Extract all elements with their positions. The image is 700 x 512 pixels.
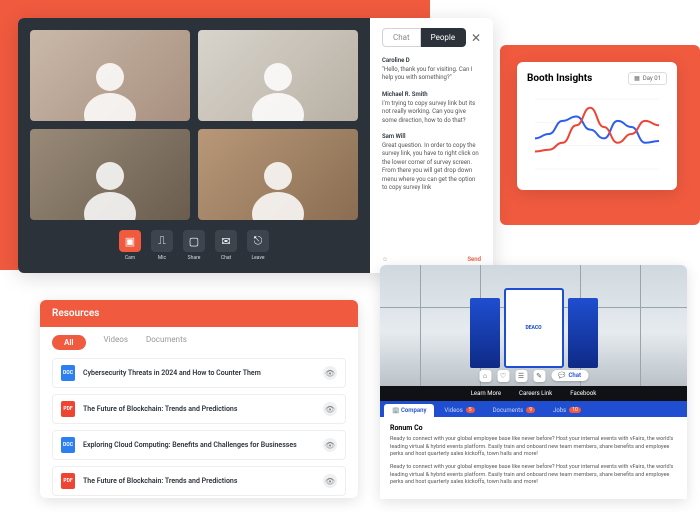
- control-label: Cam: [125, 255, 135, 261]
- control-label: Chat: [221, 255, 231, 261]
- view-icon[interactable]: 👁: [323, 474, 337, 488]
- count-badge: 9: [526, 407, 535, 413]
- booth-action-icon[interactable]: ✎: [533, 370, 545, 382]
- booth-tab-company[interactable]: 🏢 Company: [384, 404, 434, 417]
- chat-message: Michael R. Smith I'm trying to copy surve…: [382, 91, 481, 125]
- chat-messages: Caroline D "Hello, thank you for visiting…: [382, 57, 481, 200]
- booth-brand: DEACO: [504, 288, 564, 368]
- resource-title: The Future of Blockchain: Trends and Pre…: [83, 405, 315, 413]
- resources-tab-videos[interactable]: Videos: [104, 335, 128, 350]
- pdf-file-icon: PDF: [61, 473, 75, 489]
- resources-tab-documents[interactable]: Documents: [146, 335, 187, 350]
- day-selector[interactable]: ▦Day 01: [628, 72, 667, 85]
- resources-panel: Resources All Videos Documents DOC Cybers…: [40, 300, 358, 498]
- share-icon: ▢: [183, 230, 205, 252]
- participant-tile[interactable]: [30, 30, 190, 121]
- mic-button[interactable]: ⎍ Mic: [151, 230, 173, 261]
- resources-header: Resources: [40, 300, 358, 327]
- booth-stand[interactable]: DEACO: [470, 288, 598, 368]
- chat-icon: ✉: [215, 230, 237, 252]
- cam-icon: ▣: [119, 230, 141, 252]
- view-icon[interactable]: 👁: [323, 438, 337, 452]
- chat-icon: 💬: [558, 372, 565, 379]
- booth-links: Learn More Careers Link Facebook: [380, 386, 687, 401]
- booth-description: Ready to connect with your global employ…: [390, 464, 677, 487]
- count-badge: 5: [466, 407, 475, 413]
- chat-button[interactable]: ✉ Chat: [215, 230, 237, 261]
- leave-button[interactable]: ⎋ Leave: [247, 230, 269, 261]
- view-icon[interactable]: 👁: [323, 402, 337, 416]
- resource-item[interactable]: PDF The Future of Blockchain: Trends and …: [52, 466, 346, 496]
- cam-button[interactable]: ▣ Cam: [119, 230, 141, 261]
- message-author: Caroline D: [382, 57, 481, 64]
- booth-insights-card: Booth Insights ▦Day 01: [517, 62, 677, 190]
- booth-link[interactable]: Learn More: [471, 390, 501, 397]
- tab-people[interactable]: People: [421, 28, 466, 47]
- chat-message: Sam Will Great question. In order to copy…: [382, 133, 481, 192]
- chart-series-line: [535, 117, 659, 143]
- resource-title: Cybersecurity Threats in 2024 and How to…: [83, 369, 315, 377]
- resource-item[interactable]: DOC Cybersecurity Threats in 2024 and How…: [52, 358, 346, 388]
- booth-action-icon[interactable]: ☰: [515, 370, 527, 382]
- chat-message: Caroline D "Hello, thank you for visiting…: [382, 57, 481, 83]
- booth-action-icon[interactable]: ⌂: [479, 370, 491, 382]
- insights-title: Booth Insights: [527, 73, 592, 84]
- count-badge: 10: [569, 407, 581, 413]
- resource-title: The Future of Blockchain: Trends and Pre…: [83, 477, 315, 485]
- control-label: Mic: [158, 255, 166, 261]
- booth-hero: DEACO ⌂ ♡ ☰ ✎ 💬Chat: [380, 265, 687, 386]
- message-text: I'm trying to copy survey link but its n…: [382, 100, 481, 125]
- booth-tab-jobs[interactable]: Jobs10: [545, 404, 589, 417]
- calendar-icon: ▦: [634, 75, 640, 82]
- participant-tile[interactable]: [198, 30, 358, 121]
- tab-chat[interactable]: Chat: [382, 28, 421, 47]
- resources-tab-all[interactable]: All: [52, 335, 86, 350]
- chat-sidebar: Chat People ✕ Caroline D "Hello, thank yo…: [370, 18, 493, 273]
- mic-icon: ⎍: [151, 230, 173, 252]
- resources-tabs: All Videos Documents: [40, 327, 358, 354]
- control-label: Share: [188, 255, 201, 261]
- virtual-booth-panel: DEACO ⌂ ♡ ☰ ✎ 💬Chat Learn More Careers Li…: [380, 265, 687, 499]
- insights-chart: [527, 91, 667, 177]
- booth-tab-documents[interactable]: Documents9: [485, 404, 543, 417]
- resources-list: DOC Cybersecurity Threats in 2024 and How…: [40, 354, 358, 506]
- message-author: Sam Will: [382, 133, 481, 140]
- resource-item[interactable]: PDF The Future of Blockchain: Trends and …: [52, 394, 346, 424]
- call-controls: ▣ Cam ⎍ Mic ▢ Share ✉ Chat ⎋ Leave: [30, 230, 358, 261]
- booth-action-icon[interactable]: ♡: [497, 370, 509, 382]
- participant-tile[interactable]: [198, 129, 358, 220]
- resource-title: Exploring Cloud Computing: Benefits and …: [83, 441, 315, 449]
- leave-icon: ⎋: [247, 230, 269, 252]
- booth-company-name: Ronum Co: [390, 424, 677, 432]
- booth-link[interactable]: Facebook: [570, 390, 596, 397]
- view-icon[interactable]: 👁: [323, 366, 337, 380]
- booth-chat-button[interactable]: 💬Chat: [551, 370, 588, 381]
- close-icon[interactable]: ✕: [471, 31, 481, 45]
- doc-file-icon: DOC: [61, 365, 75, 381]
- send-button[interactable]: Send: [467, 256, 481, 263]
- booth-tab-videos[interactable]: Videos5: [436, 404, 482, 417]
- message-author: Michael R. Smith: [382, 91, 481, 98]
- message-text: Great question. In order to copy the sur…: [382, 142, 481, 192]
- booth-tabs: 🏢 CompanyVideos5Documents9Jobs10: [380, 401, 687, 417]
- booth-link[interactable]: Careers Link: [519, 390, 552, 397]
- share-button[interactable]: ▢ Share: [183, 230, 205, 261]
- video-call-panel: ▣ Cam ⎍ Mic ▢ Share ✉ Chat ⎋ Leave Chat People ✕ …: [18, 18, 493, 273]
- emoji-icon[interactable]: ☺: [382, 256, 388, 263]
- participant-tile[interactable]: [30, 129, 190, 220]
- control-label: Leave: [251, 255, 264, 261]
- booth-description: Ready to connect with your global employ…: [390, 436, 677, 459]
- doc-file-icon: DOC: [61, 437, 75, 453]
- video-grid: ▣ Cam ⎍ Mic ▢ Share ✉ Chat ⎋ Leave: [18, 18, 370, 273]
- resource-item[interactable]: DOC Exploring Cloud Computing: Benefits a…: [52, 430, 346, 460]
- message-text: "Hello, thank you for visiting. Can I he…: [382, 66, 481, 83]
- pdf-file-icon: PDF: [61, 401, 75, 417]
